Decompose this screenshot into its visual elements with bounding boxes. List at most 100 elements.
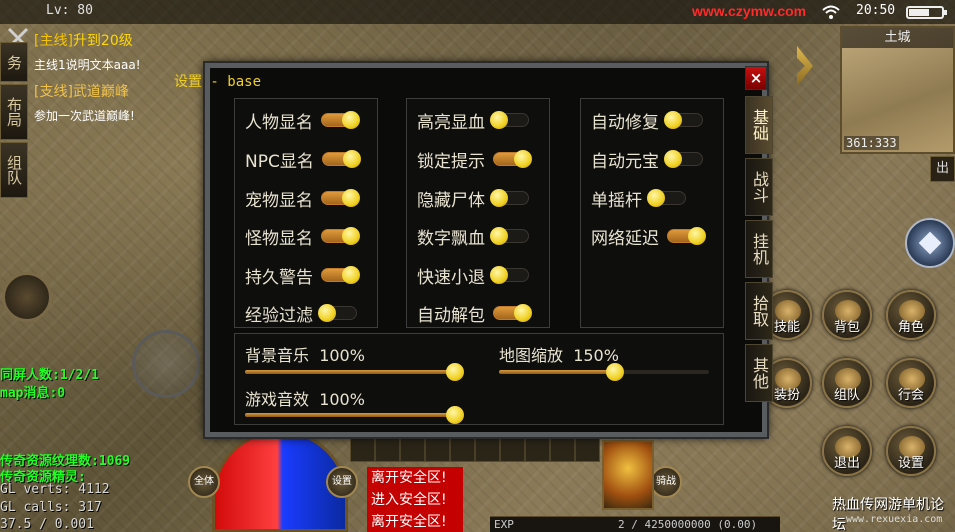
site-url: www.czymw.com: [692, 3, 807, 19]
tab-pickup[interactable]: 拾取: [745, 282, 773, 340]
fps: 37.5 / 0.001: [0, 517, 94, 532]
toggle-switch[interactable]: [493, 150, 532, 168]
audio-settings-panel: 背景音乐 100% 地图缩放 150% 游戏音效 100%: [234, 333, 724, 425]
slider-fill: [245, 370, 455, 374]
setting-row[interactable]: 宠物显名: [245, 185, 360, 211]
toggle-switch[interactable]: [490, 266, 529, 284]
skill-slot-left[interactable]: [2, 272, 52, 322]
side-quest[interactable]: [支线]武道巅峰: [34, 81, 141, 101]
toggle-switch[interactable]: [321, 266, 360, 284]
setting-label: 自动解包: [417, 305, 485, 326]
setting-row[interactable]: 快速小退: [417, 262, 529, 288]
toggle-switch[interactable]: [321, 150, 361, 168]
setting-row[interactable]: 锁定提示: [417, 146, 532, 172]
setting-row[interactable]: 自动元宝: [591, 146, 703, 172]
map-msg: map消息:0: [0, 386, 66, 401]
toggle-switch[interactable]: [647, 189, 686, 207]
settings-column-2: 高亮显血 锁定提示 隐藏尸体 数字飘血 快速小退 自动解包: [406, 98, 550, 328]
setting-row[interactable]: 经验过滤: [245, 300, 357, 326]
toggle-switch[interactable]: [493, 304, 532, 322]
toggle-switch[interactable]: [321, 227, 360, 245]
sfx-slider[interactable]: [245, 406, 464, 424]
side-quest-title: 武道巅峰: [72, 84, 129, 100]
map-zoom-label: 地图缩放 150%: [499, 346, 619, 365]
map-zoom-slider[interactable]: [499, 363, 709, 381]
toggle-switch[interactable]: [490, 111, 529, 129]
map-name: 土城: [842, 28, 953, 48]
setting-row[interactable]: 网络延迟: [591, 223, 706, 249]
side-quest-desc: 参加一次武道巅峰!: [34, 109, 135, 123]
setting-row[interactable]: 人物显名: [245, 107, 360, 133]
main-quest[interactable]: [主线]升到20级: [34, 30, 141, 50]
setting-row[interactable]: NPC显名: [245, 146, 361, 172]
compass-icon[interactable]: [905, 218, 955, 268]
side-quest-tag: [支线]: [34, 84, 73, 100]
player-level: Lv: 80: [46, 3, 93, 18]
slider-fill: [499, 370, 615, 374]
toggle-switch[interactable]: [664, 111, 703, 129]
setting-label: 自动修复: [591, 112, 659, 133]
setting-label: 单摇杆: [591, 190, 642, 211]
mount-button[interactable]: 骑战: [650, 466, 682, 498]
day-night-icon: [602, 440, 654, 510]
tab-other[interactable]: 其他: [745, 344, 773, 402]
tab-afk[interactable]: 挂机: [745, 220, 773, 278]
logout-button[interactable]: 退出: [822, 426, 872, 476]
gl-calls: GL calls: 317: [0, 500, 102, 515]
watermark-title: 热血传网游单机论坛: [832, 497, 944, 532]
toggle-switch[interactable]: [490, 189, 529, 207]
battery-icon: [906, 6, 947, 19]
guild-button[interactable]: 行会: [886, 358, 936, 408]
minimap[interactable]: 土城 361:333: [840, 26, 955, 154]
clock: 20:50: [856, 3, 896, 18]
close-button[interactable]: ×: [745, 66, 767, 90]
setting-row[interactable]: 怪物显名: [245, 223, 360, 249]
character-button[interactable]: 角色: [886, 290, 936, 340]
tab-team[interactable]: 组队: [0, 142, 28, 198]
tab-basic[interactable]: 基础: [745, 96, 773, 154]
toggle-switch[interactable]: [664, 150, 703, 168]
setting-row[interactable]: 持久警告: [245, 262, 360, 288]
setting-row[interactable]: 自动解包: [417, 300, 532, 326]
toggle-switch[interactable]: [318, 304, 357, 322]
quest-log[interactable]: [主线]升到20级 主线1说明文本aaa! [支线]武道巅峰 参加一次武道巅峰!: [34, 30, 141, 132]
joystick[interactable]: [132, 330, 200, 398]
slider-knob[interactable]: [446, 363, 464, 381]
setting-row[interactable]: 高亮显血: [417, 107, 529, 133]
setting-label: 快速小退: [417, 267, 485, 288]
settings-dialog: 人物显名 NPC显名 宠物显名 怪物显名 持久警告 经验过滤 高亮显血 锁定提示…: [205, 63, 767, 437]
main-quest-tag: [主线]: [34, 33, 73, 49]
wifi-icon: [822, 5, 840, 19]
setting-row[interactable]: 隐藏尸体: [417, 185, 529, 211]
settings-button[interactable]: 设置: [886, 426, 936, 476]
settings-column-3: 自动修复 自动元宝 单摇杆 网络延迟: [580, 98, 724, 328]
slider-knob[interactable]: [446, 406, 464, 424]
setting-row[interactable]: 单摇杆: [591, 185, 686, 211]
toggle-switch[interactable]: [321, 111, 360, 129]
toggle-switch[interactable]: [667, 227, 706, 245]
left-tabs: 务 布局 组队: [0, 24, 30, 200]
slider-knob[interactable]: [605, 363, 624, 381]
player-coords: 361:333: [844, 136, 899, 150]
setting-label: 宠物显名: [245, 190, 313, 211]
safe-zone-msg: 离开安全区!: [371, 470, 447, 486]
tab-quest[interactable]: 务: [0, 42, 28, 82]
toggle-switch[interactable]: [490, 227, 529, 245]
team-button[interactable]: 组队: [822, 358, 872, 408]
exit-tab[interactable]: 出: [930, 156, 955, 182]
setting-label: 隐藏尸体: [417, 190, 485, 211]
setting-row[interactable]: 数字飘血: [417, 223, 529, 249]
toggle-switch[interactable]: [321, 189, 360, 207]
bag-button[interactable]: 背包: [822, 290, 872, 340]
settings-column-1: 人物显名 NPC显名 宠物显名 怪物显名 持久警告 经验过滤: [234, 98, 378, 328]
bgm-slider[interactable]: [245, 363, 464, 381]
orb-settings-button[interactable]: 设置: [326, 466, 358, 498]
exp-value: 2 / 4250000000 (0.00): [618, 518, 758, 531]
setting-row[interactable]: 自动修复: [591, 107, 703, 133]
setting-label: 经验过滤: [245, 305, 313, 326]
all-attack-button[interactable]: 全体: [188, 466, 220, 498]
bgm-label: 背景音乐 100%: [245, 346, 365, 365]
tab-combat[interactable]: 战斗: [745, 158, 773, 216]
character-label: 角色: [897, 320, 924, 335]
tab-layout[interactable]: 布局: [0, 84, 28, 140]
